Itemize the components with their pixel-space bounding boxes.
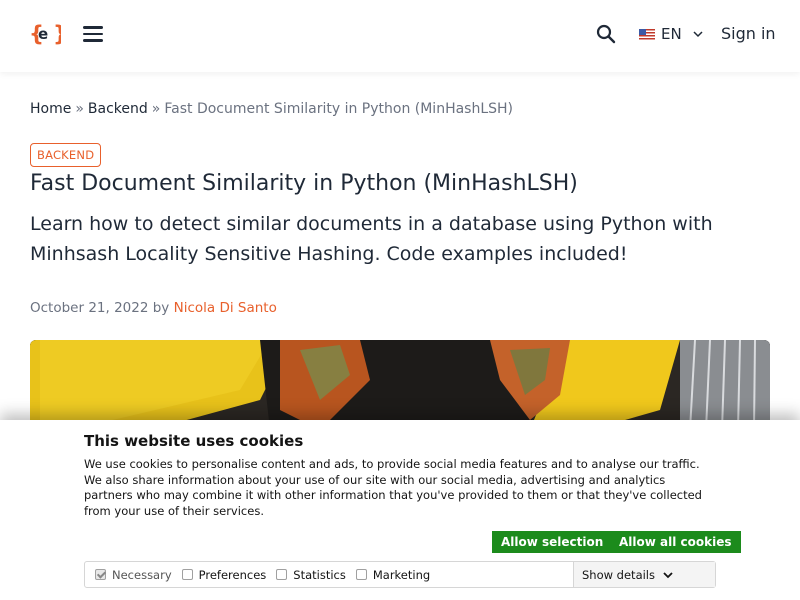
chevron-down-icon bbox=[663, 571, 673, 578]
preferences-checkbox[interactable]: Preferences bbox=[181, 567, 267, 582]
marketing-label: Marketing bbox=[372, 567, 431, 582]
cookie-banner-text: We use cookies to personalise content an… bbox=[84, 457, 702, 518]
article-title: Fast Document Similarity in Python (MinH… bbox=[30, 171, 578, 196]
necessary-checkbox: Necessary bbox=[95, 568, 172, 582]
breadcrumb-separator: » bbox=[75, 101, 84, 117]
marketing-checkbox[interactable]: Marketing bbox=[355, 567, 431, 582]
publish-date: October 21, 2022 bbox=[30, 300, 149, 316]
category-badge[interactable]: BACKEND bbox=[30, 143, 102, 167]
article-subtitle: Learn how to detect similar documents in… bbox=[30, 213, 713, 265]
breadcrumb-separator: » bbox=[151, 101, 161, 117]
author-link[interactable]: Nicola Di Santo bbox=[174, 300, 277, 316]
necessary-label: Necessary bbox=[112, 567, 172, 582]
show-details-toggle[interactable]: Show details bbox=[573, 562, 715, 587]
language-label: EN bbox=[661, 25, 682, 43]
breadcrumb-home-link[interactable]: Home bbox=[30, 101, 71, 117]
hero-image bbox=[30, 340, 770, 430]
breadcrumb-backend-link[interactable]: Backend bbox=[88, 101, 148, 117]
hero-photo bbox=[30, 340, 770, 430]
svg-text:e: e bbox=[38, 25, 48, 43]
cookie-consent-options: Necessary Preferences Statistics Marketi… bbox=[84, 561, 716, 588]
checkbox-icon[interactable] bbox=[181, 569, 193, 580]
us-flag-icon bbox=[639, 28, 655, 40]
brand-logo-icon[interactable]: { } e bbox=[29, 20, 61, 48]
language-selector[interactable]: EN bbox=[639, 24, 704, 44]
breadcrumb: Home» Backend» Fast Document Similarity in… bbox=[30, 101, 513, 117]
show-details-label: Show details bbox=[582, 567, 655, 582]
statistics-label: Statistics bbox=[293, 567, 346, 582]
preferences-label: Preferences bbox=[198, 567, 267, 582]
statistics-checkbox[interactable]: Statistics bbox=[276, 568, 346, 582]
checkbox-checked-icon bbox=[95, 569, 106, 580]
hamburger-menu-icon[interactable] bbox=[83, 26, 103, 42]
sign-in-link[interactable]: Sign in bbox=[721, 24, 776, 43]
by-label: by bbox=[152, 300, 170, 316]
article-meta: October 21, 2022 by Nicola Di Santo bbox=[30, 300, 277, 316]
checkbox-icon[interactable] bbox=[276, 569, 288, 580]
top-navbar: { } e EN Sign in bbox=[0, 0, 800, 72]
cookie-banner: This website uses cookies We use cookies… bbox=[0, 420, 800, 600]
allow-selection-button[interactable]: Allow selection bbox=[492, 531, 613, 553]
breadcrumb-current: Fast Document Similarity in Python (MinH… bbox=[164, 101, 514, 117]
checkbox-icon[interactable] bbox=[355, 569, 367, 580]
search-icon[interactable] bbox=[596, 24, 616, 44]
allow-all-cookies-button[interactable]: Allow all cookies bbox=[610, 531, 741, 553]
cookie-banner-title: This website uses cookies bbox=[84, 432, 304, 450]
svg-text:}: } bbox=[53, 22, 61, 46]
chevron-down-icon bbox=[693, 31, 703, 38]
